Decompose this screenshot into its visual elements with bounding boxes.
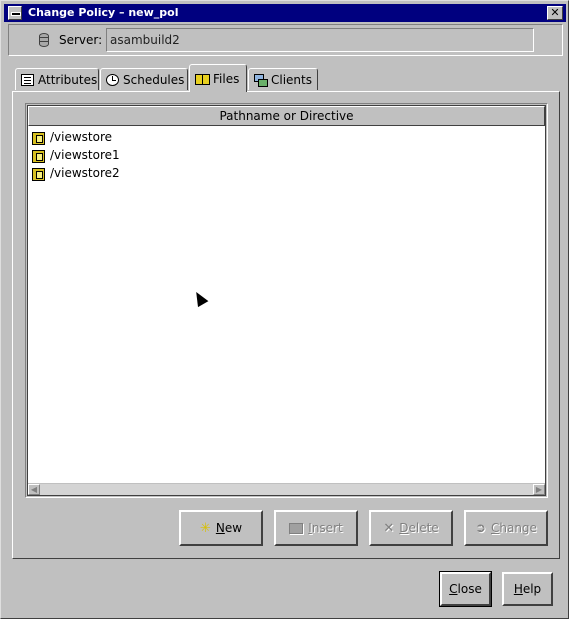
help-button[interactable]: Help bbox=[502, 572, 553, 606]
schedules-icon bbox=[106, 73, 119, 86]
close-window-button[interactable]: ✕ bbox=[547, 6, 563, 20]
file-path: /viewstore2 bbox=[50, 166, 120, 180]
files-rows: /viewstore /viewstore1 /viewstore2 bbox=[32, 128, 545, 182]
help-label: Help bbox=[513, 582, 542, 596]
files-tab-panel: Pathname or Directive /viewstore /viewst… bbox=[12, 91, 560, 559]
attributes-icon bbox=[21, 73, 34, 86]
tab-schedules[interactable]: Schedules bbox=[100, 68, 188, 90]
clients-icon bbox=[254, 73, 268, 87]
insert-label: Insert bbox=[308, 521, 343, 535]
change-label: Change bbox=[490, 521, 537, 535]
tab-label: Files bbox=[213, 71, 240, 86]
change-policy-dialog: Change Policy – new_pol ✕ Server: asambu… bbox=[0, 0, 569, 619]
delete-icon: ✕ bbox=[383, 520, 395, 536]
files-icon bbox=[195, 73, 210, 85]
file-icon bbox=[32, 149, 46, 163]
system-menu-icon[interactable] bbox=[8, 6, 22, 20]
file-icon bbox=[32, 131, 46, 145]
window-title: Change Policy – new_pol bbox=[28, 6, 179, 19]
tab-label: Attributes bbox=[38, 72, 98, 87]
horizontal-scrollbar[interactable]: ◀ ▶ bbox=[28, 483, 545, 495]
server-icon bbox=[39, 33, 49, 47]
change-icon: ➲ bbox=[475, 520, 486, 536]
server-value-field: asambuild2 bbox=[106, 28, 534, 52]
sparkle-icon: ✳ bbox=[199, 520, 211, 536]
new-button[interactable]: ✳ New bbox=[179, 510, 263, 546]
tab-label: Clients bbox=[271, 72, 312, 87]
list-item[interactable]: /viewstore1 bbox=[32, 146, 545, 164]
title-bar: Change Policy – new_pol ✕ bbox=[4, 4, 566, 22]
tab-attributes[interactable]: Attributes bbox=[15, 68, 99, 90]
list-item[interactable]: /viewstore bbox=[32, 128, 545, 146]
scroll-left-icon[interactable]: ◀ bbox=[28, 484, 40, 495]
server-label: Server: bbox=[59, 33, 103, 47]
change-button[interactable]: ➲ Change bbox=[464, 510, 548, 546]
file-path: /viewstore bbox=[50, 130, 113, 144]
tab-label: Schedules bbox=[123, 72, 185, 87]
close-label: Close bbox=[449, 582, 482, 596]
column-header-pathname[interactable]: Pathname or Directive bbox=[28, 106, 545, 126]
files-list-body[interactable]: Pathname or Directive /viewstore /viewst… bbox=[27, 105, 546, 496]
insert-button[interactable]: Insert bbox=[274, 510, 358, 546]
tab-clients[interactable]: Clients bbox=[248, 68, 318, 90]
tab-files[interactable]: Files bbox=[189, 64, 247, 92]
server-panel: Server: asambuild2 bbox=[8, 24, 563, 56]
delete-button[interactable]: ✕ Delete bbox=[369, 510, 453, 546]
file-icon bbox=[32, 167, 46, 181]
close-button[interactable]: Close bbox=[439, 571, 492, 607]
insert-icon bbox=[289, 522, 304, 534]
new-label: New bbox=[215, 521, 243, 535]
delete-label: Delete bbox=[399, 521, 439, 535]
file-path: /viewstore1 bbox=[50, 148, 120, 162]
list-item[interactable]: /viewstore2 bbox=[32, 164, 545, 182]
scroll-right-icon[interactable]: ▶ bbox=[533, 484, 545, 495]
files-list: Pathname or Directive /viewstore /viewst… bbox=[25, 103, 548, 498]
